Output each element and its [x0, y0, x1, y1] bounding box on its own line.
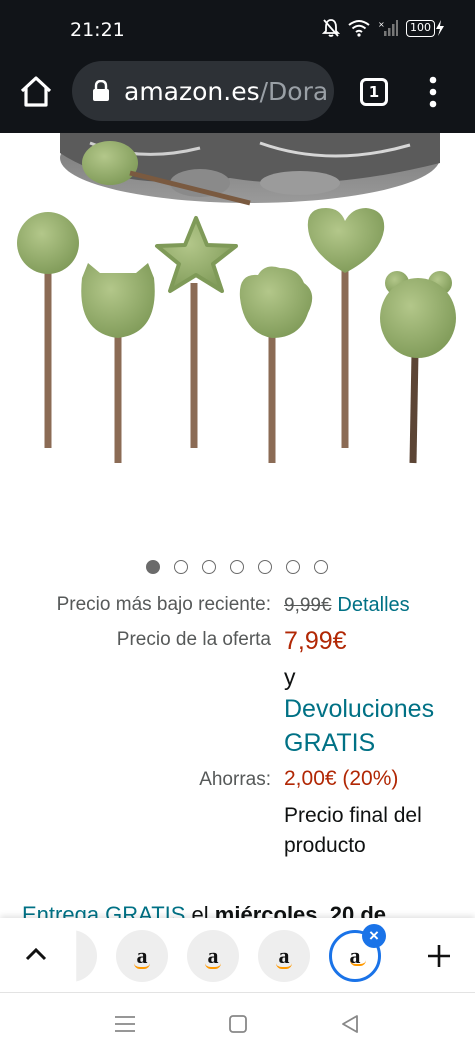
signal-icon: ×	[378, 20, 398, 36]
close-tab-icon[interactable]: ×	[362, 924, 386, 948]
final-price-line1: Precio final del	[284, 804, 422, 827]
savings-label: Ahorras:	[199, 769, 271, 790]
catnip-stick-heart	[307, 208, 385, 448]
svg-text:×: ×	[378, 20, 385, 29]
url-path: /Dora	[259, 76, 329, 106]
status-time: 21:21	[70, 19, 125, 41]
new-tab-plus-icon[interactable]	[426, 943, 452, 969]
deal-price: 7,99€	[284, 627, 347, 655]
catnip-stick-paw	[239, 266, 313, 463]
savings-value: 2,00€ (20%)	[284, 767, 399, 790]
catnip-stick-bear	[380, 271, 456, 464]
tab-thumbnail-partial[interactable]	[76, 930, 97, 982]
carousel-dot[interactable]	[202, 560, 216, 574]
recent-low-price: 9,99€	[284, 595, 332, 616]
mute-bell-icon	[322, 19, 340, 37]
lock-icon	[93, 80, 109, 101]
recents-menu-icon[interactable]	[114, 1015, 136, 1033]
home-square-icon[interactable]	[228, 1014, 248, 1034]
deal-price-label: Precio de la oferta	[116, 629, 271, 650]
url-host: amazon.es	[124, 76, 260, 106]
chevron-up-icon[interactable]	[24, 946, 48, 962]
home-icon[interactable]	[18, 74, 54, 110]
browser-toolbar: amazon.es/Dora 1	[0, 60, 475, 133]
status-bar: 21:21 × 100	[0, 0, 475, 60]
carousel-dot[interactable]	[258, 560, 272, 574]
carousel-dot[interactable]	[314, 560, 328, 574]
wifi-icon	[348, 20, 370, 37]
returns-link-line2[interactable]: GRATIS	[284, 729, 375, 758]
carousel-dot[interactable]	[146, 560, 160, 574]
tab-thumbnail[interactable]: a	[258, 930, 310, 982]
tab-strip: a a a a	[0, 918, 475, 992]
more-options-icon[interactable]	[423, 75, 443, 109]
tab-thumbnail[interactable]: a	[187, 930, 239, 982]
carousel-dot[interactable]	[230, 560, 244, 574]
details-link[interactable]: Detalles	[337, 594, 409, 616]
address-bar[interactable]: amazon.es/Dora	[72, 61, 334, 121]
back-triangle-icon[interactable]	[340, 1014, 360, 1034]
catnip-sticks-illustration	[17, 133, 456, 464]
url-text: amazon.es/Dora	[124, 77, 328, 106]
recent-low-row: 9,99€ Detalles	[284, 593, 410, 617]
final-price-line2: producto	[284, 834, 366, 857]
catnip-stick-ball	[17, 212, 79, 448]
tab-switcher-button[interactable]: 1	[360, 78, 388, 106]
carousel-dot[interactable]	[174, 560, 188, 574]
recent-low-label: Precio más bajo reciente:	[56, 594, 271, 615]
status-icons: × 100	[322, 18, 445, 38]
carousel-indicator	[146, 560, 328, 574]
carousel-dot[interactable]	[286, 560, 300, 574]
product-image[interactable]	[0, 133, 475, 553]
charging-icon	[436, 20, 444, 36]
system-navigation-bar	[0, 992, 475, 1056]
cat-photo	[60, 133, 440, 206]
returns-link-line1[interactable]: Devoluciones	[284, 695, 434, 724]
catnip-stick-star	[155, 216, 238, 448]
battery-level: 100	[406, 19, 435, 37]
catnip-stick-cat	[81, 263, 155, 463]
battery-icon: 100	[406, 19, 445, 37]
tab-thumbnail[interactable]: a	[116, 930, 168, 982]
and-text: y	[284, 664, 296, 690]
